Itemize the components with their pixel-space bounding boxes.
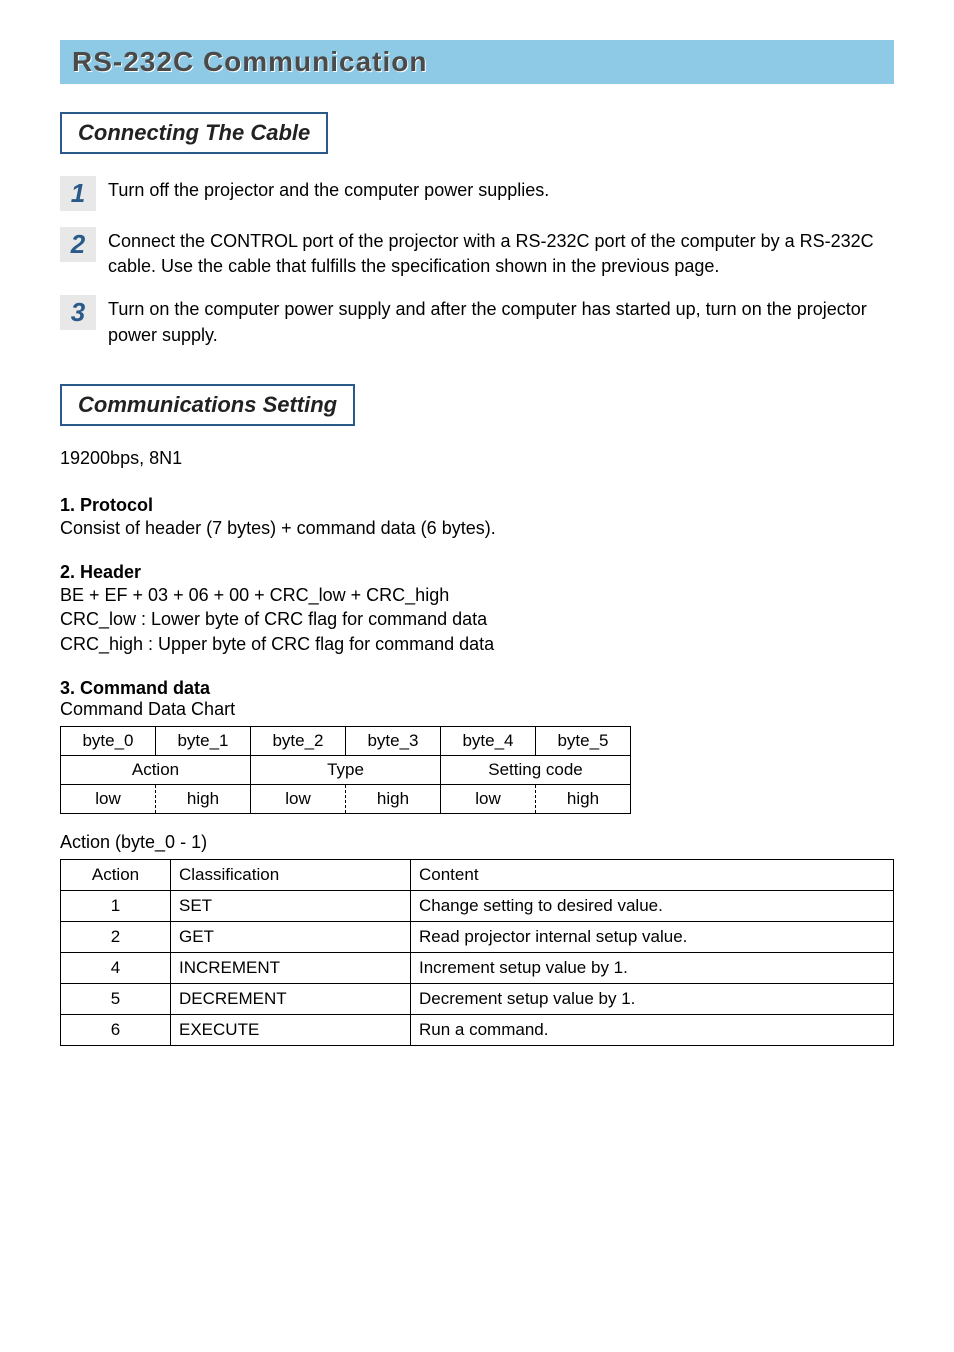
table-row: Action Type Setting code [61,755,631,784]
cell-content: Read projector internal setup value. [411,921,894,952]
step-text: Turn on the computer power supply and af… [108,295,894,347]
step-text: Turn off the projector and the computer … [108,176,549,203]
section-communications-setting: Communications Setting [60,384,355,426]
table-header-row: Action Classification Content [61,859,894,890]
step-3: 3 Turn on the computer power supply and … [60,295,894,347]
header-heading: 2. Header [60,562,894,583]
command-data-heading: 3. Command data [60,678,894,699]
section-connecting-cable: Connecting The Cable [60,112,328,154]
header-line-2: CRC_low : Lower byte of CRC flag for com… [60,609,487,629]
table-row: 4 INCREMENT Increment setup value by 1. [61,952,894,983]
cell-content: Run a command. [411,1014,894,1045]
action-table: Action Classification Content 1 SET Chan… [60,859,894,1046]
cell-content: Decrement setup value by 1. [411,983,894,1014]
col-action-header: Action [61,859,171,890]
cell-byte5: byte_5 [536,726,631,755]
table-row: byte_0 byte_1 byte_2 byte_3 byte_4 byte_… [61,726,631,755]
cell-action-code: 2 [61,921,171,952]
cell-action-code: 6 [61,1014,171,1045]
cell-byte4: byte_4 [441,726,536,755]
step-2: 2 Connect the CONTROL port of the projec… [60,227,894,279]
cell-byte0: byte_0 [61,726,156,755]
cell-content: Change setting to desired value. [411,890,894,921]
cell-classification: EXECUTE [171,1014,411,1045]
col-classification-header: Classification [171,859,411,890]
protocol-body: Consist of header (7 bytes) + command da… [60,516,894,540]
cell-low: low [61,784,156,813]
step-number: 3 [60,295,96,330]
command-data-caption: Command Data Chart [60,699,894,720]
cell-action: Action [61,755,251,784]
table-row: 1 SET Change setting to desired value. [61,890,894,921]
protocol-heading: 1. Protocol [60,495,894,516]
cell-action-code: 4 [61,952,171,983]
step-1: 1 Turn off the projector and the compute… [60,176,894,211]
cell-byte2: byte_2 [251,726,346,755]
cell-high: high [346,784,441,813]
cell-high: high [536,784,631,813]
steps-list: 1 Turn off the projector and the compute… [60,176,894,348]
cell-classification: GET [171,921,411,952]
baud-rate: 19200bps, 8N1 [60,448,894,469]
page-title: RS-232C Communication [60,40,894,84]
cell-content: Increment setup value by 1. [411,952,894,983]
cell-classification: INCREMENT [171,952,411,983]
cell-setting-code: Setting code [441,755,631,784]
header-line-1: BE + EF + 03 + 06 + 00 + CRC_low + CRC_h… [60,585,449,605]
step-number: 2 [60,227,96,262]
cell-classification: DECREMENT [171,983,411,1014]
cell-type: Type [251,755,441,784]
cell-action-code: 5 [61,983,171,1014]
cell-low: low [251,784,346,813]
step-number: 1 [60,176,96,211]
table-row: 6 EXECUTE Run a command. [61,1014,894,1045]
command-data-table: byte_0 byte_1 byte_2 byte_3 byte_4 byte_… [60,726,631,814]
cell-byte1: byte_1 [156,726,251,755]
cell-action-code: 1 [61,890,171,921]
step-text: Connect the CONTROL port of the projecto… [108,227,894,279]
header-body: BE + EF + 03 + 06 + 00 + CRC_low + CRC_h… [60,583,894,656]
cell-high: high [156,784,251,813]
action-table-caption: Action (byte_0 - 1) [60,832,894,853]
cell-byte3: byte_3 [346,726,441,755]
header-line-3: CRC_high : Upper byte of CRC flag for co… [60,634,494,654]
cell-classification: SET [171,890,411,921]
table-row: low high low high low high [61,784,631,813]
cell-low: low [441,784,536,813]
col-content-header: Content [411,859,894,890]
table-row: 5 DECREMENT Decrement setup value by 1. [61,983,894,1014]
table-row: 2 GET Read projector internal setup valu… [61,921,894,952]
